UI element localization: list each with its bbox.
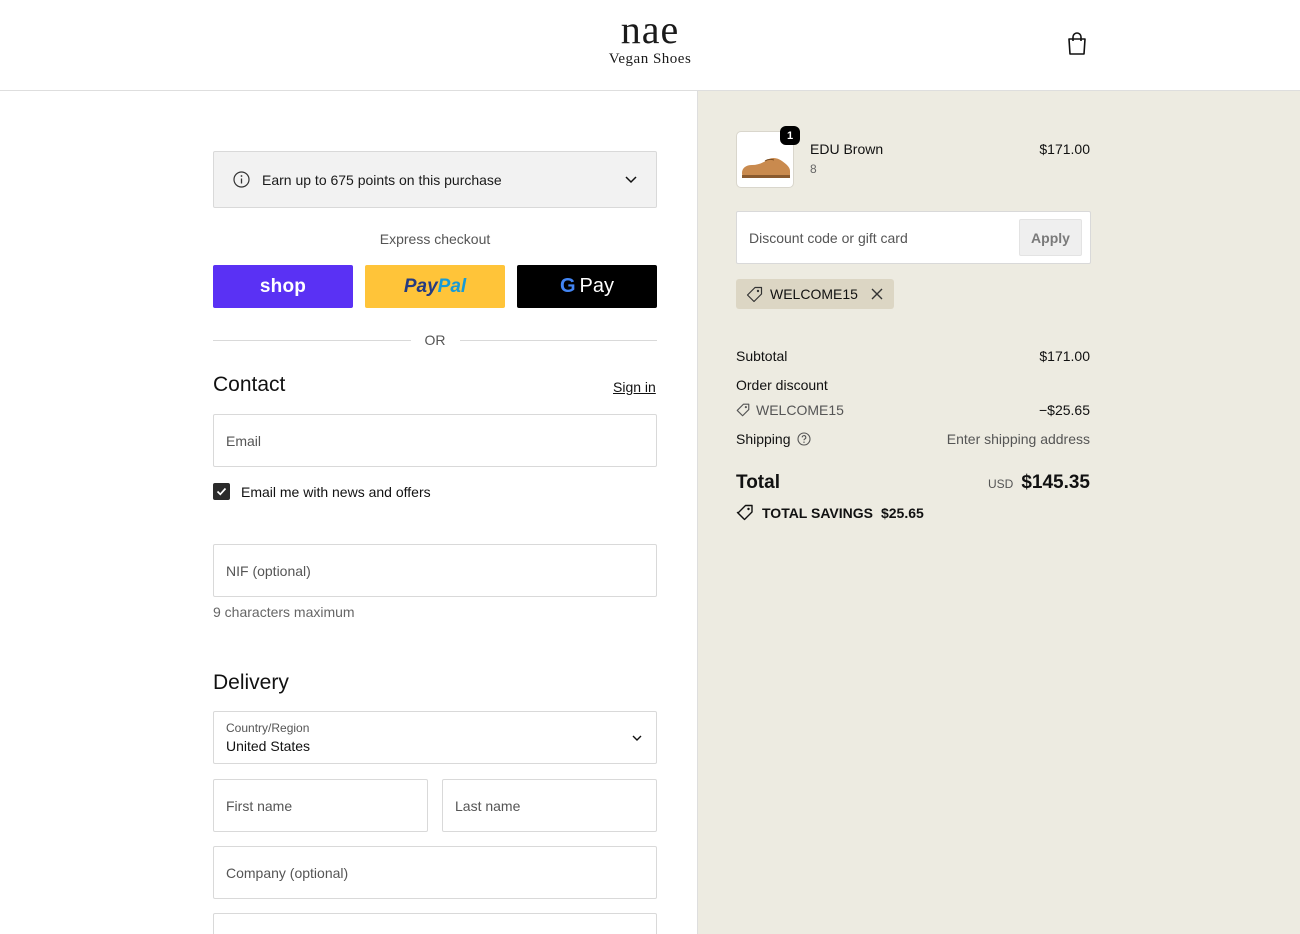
total-label: Total: [736, 472, 780, 493]
total-currency: USD: [987, 477, 1014, 491]
paypal-button[interactable]: Pay Pal: [365, 265, 505, 308]
product-variant: 8: [810, 162, 817, 176]
nif-field[interactable]: [213, 544, 657, 597]
logo-tagline: Vegan Shoes: [608, 51, 692, 67]
savings-label: TOTAL SAVINGS: [762, 504, 873, 521]
remove-discount-icon[interactable]: [870, 287, 884, 301]
logo-wordmark: nae: [620, 7, 680, 52]
address-input[interactable]: [214, 914, 656, 934]
shipping-row: Shipping: [736, 431, 811, 447]
last-name-field[interactable]: [442, 779, 657, 832]
total-value: $145.35: [1021, 472, 1090, 493]
checkmark-icon: [216, 487, 227, 496]
first-name-input[interactable]: [214, 780, 427, 831]
nif-input[interactable]: [214, 545, 656, 596]
discount-field[interactable]: Apply: [736, 211, 1091, 264]
or-label: OR: [424, 332, 446, 348]
help-icon[interactable]: [796, 432, 811, 446]
shipping-label: Shipping: [736, 431, 791, 447]
brand-logo[interactable]: nae Vegan Shoes: [0, 10, 1300, 68]
country-label: Country/Region: [226, 721, 310, 735]
company-field[interactable]: [213, 846, 657, 899]
shopping-bag-icon[interactable]: [1066, 32, 1088, 56]
discount-code-row: WELCOME15: [736, 402, 844, 418]
info-icon: [233, 171, 250, 188]
shop-pay-button[interactable]: shop: [213, 265, 353, 308]
or-divider: OR: [213, 331, 657, 349]
newsletter-checkbox-row[interactable]: Email me with news and offers: [213, 483, 431, 500]
first-name-field[interactable]: [213, 779, 428, 832]
checkout-form: Earn up to 675 points on this purchase E…: [0, 91, 697, 934]
chevron-down-icon: [632, 735, 642, 741]
total-amount: USD $145.35: [988, 472, 1090, 494]
discount-code-label: WELCOME15: [756, 402, 844, 418]
email-field[interactable]: [213, 414, 657, 467]
sign-in-link[interactable]: Sign in: [613, 379, 656, 395]
newsletter-checkbox[interactable]: [213, 483, 230, 500]
savings-tag-icon: [736, 504, 753, 521]
product-name: EDU Brown: [810, 141, 884, 157]
points-banner[interactable]: Earn up to 675 points on this purchase: [213, 151, 657, 208]
google-pay-button[interactable]: G Pay: [517, 265, 657, 308]
total-savings: TOTAL SAVINGS $25.65: [736, 504, 924, 521]
paypal-logo-part1: Pay: [403, 275, 438, 297]
newsletter-label: Email me with news and offers: [241, 483, 431, 500]
google-pay-label: Pay: [579, 275, 615, 297]
company-input[interactable]: [214, 847, 656, 898]
quantity-badge: 1: [780, 126, 800, 145]
country-select[interactable]: Country/Region United States: [213, 711, 657, 764]
product-price: $171.00: [1039, 141, 1090, 157]
applied-discount-code: WELCOME15: [770, 286, 858, 302]
discount-input[interactable]: [737, 212, 1017, 263]
checkout-header: nae Vegan Shoes: [0, 0, 1300, 91]
subtotal-value: $171.00: [1039, 348, 1090, 364]
email-input[interactable]: [214, 415, 656, 466]
shipping-value: Enter shipping address: [946, 431, 1090, 447]
order-discount-label: Order discount: [736, 377, 828, 393]
tag-icon: [736, 403, 750, 417]
divider-line: [213, 339, 411, 341]
discount-value: −$25.65: [1039, 402, 1090, 418]
savings-value: $25.65: [880, 504, 924, 521]
subtotal-label: Subtotal: [736, 348, 788, 364]
tag-icon: [746, 286, 763, 302]
country-value: United States: [226, 738, 311, 754]
order-summary: 1 EDU Brown 8 $171.00 Apply WELCOME15 Su…: [697, 91, 1300, 934]
shop-pay-logo: shop: [259, 275, 307, 297]
divider-line: [459, 339, 657, 341]
applied-discount-chip: WELCOME15: [736, 279, 894, 309]
points-banner-text: Earn up to 675 points on this purchase: [262, 171, 502, 188]
apply-button[interactable]: Apply: [1019, 219, 1082, 256]
chevron-down-icon[interactable]: [624, 172, 638, 186]
contact-heading: Contact: [213, 373, 286, 396]
express-checkout-label: Express checkout: [379, 231, 491, 247]
nif-hint: 9 characters maximum: [213, 604, 355, 620]
paypal-logo-part2: Pal: [437, 275, 467, 297]
google-g-icon: G: [559, 275, 576, 297]
address-field[interactable]: [213, 913, 657, 934]
last-name-input[interactable]: [443, 780, 656, 831]
delivery-heading: Delivery: [213, 671, 289, 694]
